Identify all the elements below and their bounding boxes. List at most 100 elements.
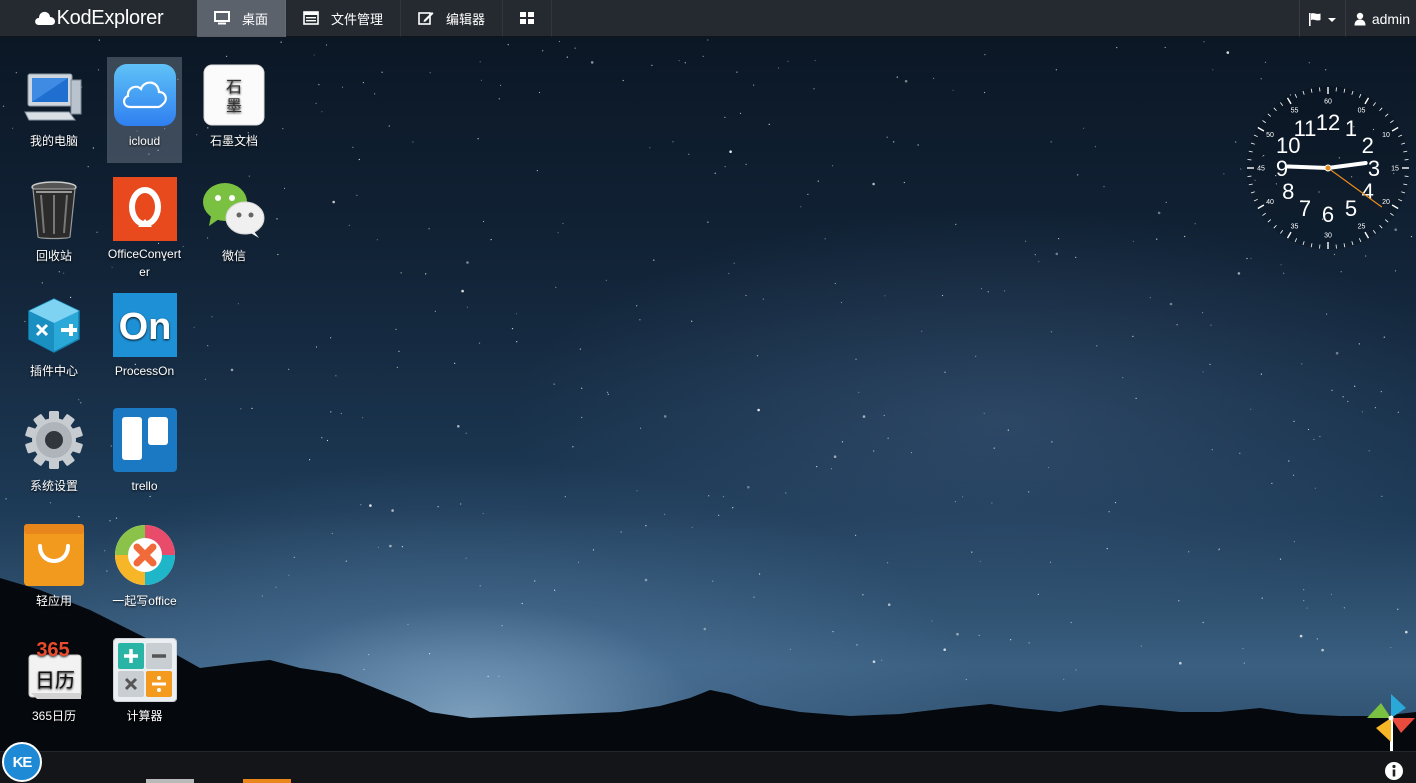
caret-down-icon — [1327, 17, 1336, 22]
desktop-icon-label: trello — [131, 479, 158, 493]
desktop-icon-label: OfficeConverter — [107, 247, 182, 279]
user-icon — [1354, 12, 1366, 25]
clock-hour-label: 9 — [1276, 156, 1288, 181]
svg-text:日历: 日历 — [35, 668, 75, 692]
editor-icon — [418, 11, 434, 25]
desktop-icon-label: 插件中心 — [29, 364, 78, 378]
calendar-number: 365 — [36, 639, 69, 661]
brand-name: KodExplorer — [56, 6, 164, 29]
clock-hour-label: 6 — [1322, 202, 1334, 227]
tab-desktop[interactable]: 桌面 — [197, 0, 287, 37]
language-dropdown[interactable] — [1298, 0, 1345, 37]
svg-text:On: On — [118, 306, 171, 348]
light-app-icon — [21, 522, 87, 588]
computer-icon — [21, 62, 87, 128]
clock-minute-label: 05 — [1358, 108, 1366, 115]
clock-minute-label: 15 — [1391, 166, 1399, 173]
clock-hour-label: 11 — [1294, 116, 1317, 141]
brand-logo[interactable]: KodExplorer — [0, 0, 197, 37]
tab-file-manager-label: 文件管理 — [331, 11, 384, 27]
cloud-icon — [34, 11, 55, 25]
clock-minute-label: 40 — [1266, 199, 1274, 206]
info-icon[interactable] — [1384, 761, 1404, 781]
office-converter-icon — [112, 177, 178, 241]
clock-minute-label: 35 — [1291, 224, 1299, 231]
desktop-icon-light-app[interactable]: 轻应用 — [16, 517, 92, 623]
clock-minute-label: 30 — [1324, 233, 1332, 240]
desktop-icon-office-converter[interactable]: OfficeConverter — [107, 172, 182, 279]
desktop-icon-label: 轻应用 — [35, 594, 72, 608]
start-button-label: KE — [12, 753, 33, 771]
desktop-icon-calculator[interactable]: 计算器 — [107, 632, 182, 738]
desktop-icon-label: 回收站 — [35, 249, 72, 263]
tab-editor-label: 编辑器 — [446, 11, 486, 27]
desktop-icon-shimo[interactable]: 石 墨 石墨文档 — [196, 57, 272, 163]
clock-hour-label: 5 — [1345, 196, 1357, 221]
clock-hour-label: 2 — [1362, 133, 1374, 158]
desktop-icon-processon[interactable]: On ProcessOn — [107, 287, 182, 393]
clock-hour-label: 8 — [1282, 179, 1294, 204]
desktop-icon-label: 计算器 — [126, 709, 163, 723]
taskbar — [0, 751, 1416, 783]
top-navigation-bar: KodExplorer 桌面 文件管理 编辑器 admin — [0, 0, 1416, 37]
desktop-icon-calendar-365[interactable]: 365 日历 365日历 — [16, 632, 92, 738]
clock-hour-label: 3 — [1368, 156, 1380, 181]
desktop-icon-label: 石墨文档 — [209, 134, 258, 148]
desktop-icon-yiqixie[interactable]: 一起写office — [107, 517, 182, 623]
desktop-icon-my-computer[interactable]: 我的电脑 — [16, 57, 92, 163]
username: admin — [1371, 10, 1410, 27]
pinwheel-icon[interactable] — [1366, 690, 1416, 752]
tab-editor[interactable]: 编辑器 — [401, 0, 504, 37]
trello-icon — [112, 407, 178, 473]
recycle-bin-icon — [21, 177, 87, 243]
desktop-icon-trello[interactable]: trello — [107, 402, 182, 508]
svg-text:石: 石 — [226, 77, 242, 96]
desktop-icon-label: 系统设置 — [29, 479, 78, 493]
settings-gear-icon — [21, 407, 87, 473]
user-menu[interactable]: admin — [1344, 0, 1416, 37]
desktop-icon-recycle-bin[interactable]: 回收站 — [16, 172, 92, 278]
desktop-icon-label: 一起写office — [112, 594, 177, 608]
clock-minute-label: 25 — [1358, 224, 1366, 231]
clock-minute-label: 10 — [1382, 132, 1390, 139]
desktop-icon-plugin-center[interactable]: 插件中心 — [16, 287, 92, 393]
calculator-icon — [112, 637, 178, 703]
calendar-365-icon: 365 日历 — [21, 637, 87, 703]
clock-minute-label: 55 — [1291, 108, 1299, 115]
desktop-icon-system-settings[interactable]: 系统设置 — [16, 402, 92, 508]
flag-icon — [1308, 12, 1321, 26]
shimo-icon: 石 墨 — [201, 62, 267, 128]
processon-icon: On — [112, 292, 178, 358]
clock-minute-label: 50 — [1266, 132, 1274, 139]
desktop-icon-wechat[interactable]: 微信 — [196, 172, 272, 278]
clock-minute-hand — [1286, 164, 1330, 170]
clock-minute-label: 60 — [1324, 99, 1332, 106]
clock-hour-label: 7 — [1299, 196, 1311, 221]
desktop-icon-icloud[interactable]: icloud — [107, 57, 182, 163]
clock-minute-label: 20 — [1382, 199, 1390, 206]
desktop-icon-label: icloud — [128, 134, 161, 148]
yiqixie-icon — [112, 522, 178, 588]
svg-text:墨: 墨 — [226, 96, 242, 115]
wechat-icon — [201, 177, 267, 243]
grid-icon — [520, 12, 535, 24]
taskbar-item-indicator[interactable] — [243, 779, 291, 783]
desktop-icon — [214, 11, 230, 25]
tab-desktop-label: 桌面 — [242, 11, 269, 27]
start-menu-button[interactable]: KE — [2, 742, 42, 782]
file-manager-icon — [303, 11, 319, 25]
top-right-menu: admin — [1298, 0, 1416, 37]
clock-minute-label: 45 — [1257, 166, 1265, 173]
desktop-icon-label: 365日历 — [31, 709, 77, 723]
clock-hour-label: 12 — [1316, 110, 1340, 135]
icloud-icon — [112, 62, 178, 128]
clock-hour-label: 1 — [1345, 116, 1357, 141]
desktop-clock-widget: 600510152025303540455055 12 1234567891011 — [1246, 86, 1410, 250]
desktop-icon-label: 微信 — [221, 249, 246, 263]
taskbar-item-indicator[interactable] — [146, 779, 194, 783]
desktop-icon-label: 我的电脑 — [29, 134, 78, 148]
tab-file-manager[interactable]: 文件管理 — [286, 0, 402, 37]
tab-apps-grid[interactable] — [503, 0, 553, 37]
desktop-icon-label: ProcessOn — [114, 364, 175, 378]
plugin-center-icon — [21, 292, 87, 358]
